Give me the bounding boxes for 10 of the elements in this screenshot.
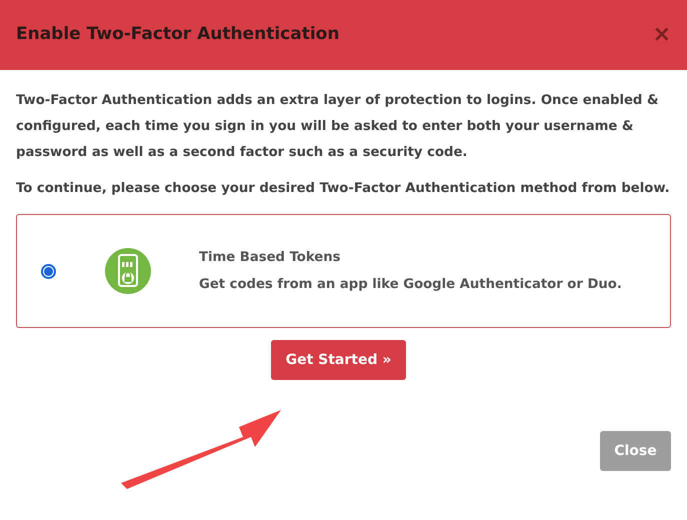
close-button[interactable]: Close — [600, 431, 671, 471]
method-description: Get codes from an app like Google Authenticator or Duo. — [199, 276, 623, 294]
radio-button[interactable] — [41, 264, 56, 278]
method-title: Time Based Tokens — [199, 249, 342, 267]
body-text: To continue, please choose your desired Two-Factor Authentication method from below. — [16, 180, 671, 198]
dialog-title: Enable Two-Factor Authentication — [16, 23, 340, 46]
body-text: Two-Factor Authentication adds an extra layer of protection to logins. Once enabled & configured, each time you sign in you will be asked to enter both your username & password as well as a second factor such as a security code. — [16, 92, 660, 162]
method-option[interactable]: Time Based Tokens Get codes from an app like Google Authenticator or Duo. — [16, 214, 671, 328]
get-started-button[interactable]: Get Started » — [270, 340, 406, 380]
phone-lock-icon — [105, 248, 151, 294]
